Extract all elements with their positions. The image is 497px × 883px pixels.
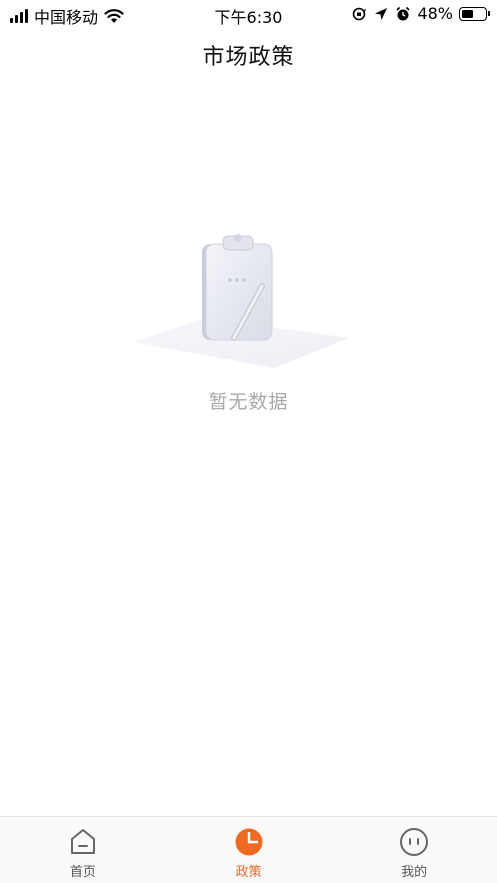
tab-mine-label: 我的 xyxy=(401,865,428,880)
alarm-icon xyxy=(396,6,411,20)
home-icon xyxy=(70,829,95,854)
status-right: 48% xyxy=(351,4,490,23)
empty-state: 暂无数据 xyxy=(0,230,497,414)
clipboard-pen-icon xyxy=(133,234,349,368)
battery-icon xyxy=(459,6,490,21)
tab-home-label: 首页 xyxy=(69,865,96,880)
nav-header: 市场政策 xyxy=(0,30,497,80)
tab-home[interactable]: 首页 xyxy=(0,817,166,883)
page-title: 市场政策 xyxy=(202,45,295,70)
battery-fill xyxy=(462,9,473,18)
tab-policy-label: 政策 xyxy=(235,865,262,880)
empty-message: 暂无数据 xyxy=(208,391,289,413)
pie-chart-icon xyxy=(235,828,262,856)
face-icon xyxy=(400,828,429,856)
tab-mine[interactable]: 我的 xyxy=(331,817,497,883)
tab-policy[interactable]: 政策 xyxy=(166,817,332,883)
orientation-lock-icon xyxy=(353,7,366,20)
location-arrow-icon xyxy=(375,7,388,20)
battery-percent: 48% xyxy=(417,4,453,23)
tab-bar: 首页 政策 我的 xyxy=(0,816,497,883)
status-bar: 中国移动 下午6:30 48% xyxy=(0,0,497,30)
